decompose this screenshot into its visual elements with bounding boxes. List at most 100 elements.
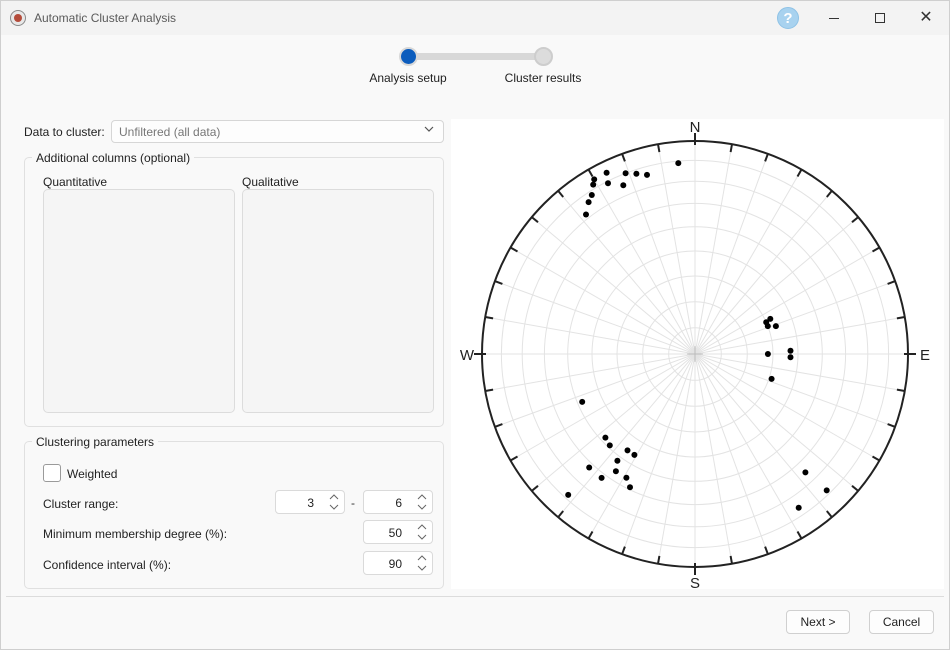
azimuth-tick bbox=[531, 485, 539, 492]
pole-point bbox=[614, 457, 621, 464]
azimuth-tick bbox=[557, 190, 564, 198]
azimuth-tick bbox=[896, 316, 905, 320]
pole-point bbox=[624, 447, 631, 454]
azimuth-tick bbox=[764, 153, 769, 162]
pole-point bbox=[627, 484, 633, 491]
stepper-track bbox=[408, 53, 544, 60]
west-label: W bbox=[460, 347, 475, 364]
azimuth-tick bbox=[887, 280, 896, 285]
spinner-arrows-icon[interactable] bbox=[327, 492, 341, 512]
weighted-checkbox[interactable] bbox=[43, 464, 61, 482]
pole-point bbox=[823, 487, 830, 494]
north-label: N bbox=[690, 119, 701, 136]
quantitative-list[interactable] bbox=[43, 189, 235, 413]
footer-separator bbox=[6, 596, 944, 597]
pole-point bbox=[795, 504, 802, 511]
pole-point bbox=[606, 442, 613, 449]
azimuth-tick bbox=[851, 485, 859, 492]
membership-value: 50 bbox=[388, 526, 402, 540]
next-button[interactable]: Next > bbox=[786, 610, 850, 634]
step-indicator-analysis-setup[interactable] bbox=[399, 47, 418, 66]
maximize-icon bbox=[875, 13, 885, 23]
chevron-down-icon bbox=[424, 126, 434, 132]
cluster-range-label: Cluster range: bbox=[43, 497, 119, 511]
membership-label: Minimum membership degree (%): bbox=[43, 527, 228, 541]
azimuth-tick bbox=[510, 455, 518, 462]
pole-point bbox=[622, 170, 629, 177]
window-title: Automatic Cluster Analysis bbox=[34, 11, 177, 25]
pole-point bbox=[591, 176, 598, 183]
azimuth-tick bbox=[531, 216, 539, 223]
pole-point bbox=[620, 182, 627, 189]
minimize-button[interactable] bbox=[811, 1, 857, 35]
azimuth-tick bbox=[621, 546, 626, 555]
azimuth-tick bbox=[796, 169, 803, 177]
pole-point bbox=[675, 160, 682, 167]
step-label-analysis-setup: Analysis setup bbox=[369, 71, 447, 85]
pole-point bbox=[585, 199, 592, 206]
pole-points bbox=[565, 160, 830, 511]
dialog-window: Automatic Cluster Analysis ? ✕ Analysis … bbox=[0, 0, 950, 650]
confidence-spinbox[interactable]: 90 bbox=[363, 551, 433, 575]
pole-point bbox=[764, 351, 771, 357]
close-button[interactable]: ✕ bbox=[903, 1, 949, 35]
azimuth-tick bbox=[621, 153, 626, 162]
azimuth-tick bbox=[510, 246, 518, 253]
pole-point bbox=[603, 169, 610, 176]
pole-point bbox=[787, 354, 794, 361]
pole-point bbox=[787, 347, 794, 354]
step-indicator-cluster-results[interactable] bbox=[534, 47, 553, 66]
cluster-range-min-spinbox[interactable]: 3 bbox=[275, 490, 345, 514]
pole-point bbox=[772, 323, 779, 330]
additional-columns-title: Additional columns (optional) bbox=[32, 151, 195, 165]
cluster-range-max-value: 6 bbox=[395, 496, 402, 510]
cluster-range-max-spinbox[interactable]: 6 bbox=[363, 490, 433, 514]
azimuth-tick bbox=[494, 280, 503, 285]
spinner-arrows-icon[interactable] bbox=[415, 522, 429, 542]
qualitative-list[interactable] bbox=[242, 189, 434, 413]
azimuth-tick bbox=[887, 423, 896, 428]
pole-point bbox=[768, 375, 775, 382]
azimuth-tick bbox=[872, 246, 880, 253]
confidence-label: Confidence interval (%): bbox=[43, 558, 172, 572]
data-to-cluster-value: Unfiltered (all data) bbox=[119, 125, 221, 139]
membership-spinbox[interactable]: 50 bbox=[363, 520, 433, 544]
azimuth-tick bbox=[494, 423, 503, 428]
south-label: S bbox=[690, 575, 700, 589]
spinner-arrows-icon[interactable] bbox=[415, 492, 429, 512]
spinner-arrows-icon[interactable] bbox=[415, 553, 429, 573]
cancel-button[interactable]: Cancel bbox=[869, 610, 934, 634]
pole-point bbox=[612, 468, 619, 475]
maximize-button[interactable] bbox=[857, 1, 903, 35]
azimuth-tick bbox=[872, 455, 880, 462]
pole-point bbox=[583, 211, 589, 218]
stereonet-panel: N S E W bbox=[451, 119, 944, 592]
azimuth-tick bbox=[826, 190, 833, 198]
azimuth-tick bbox=[796, 531, 803, 539]
pole-point bbox=[602, 434, 609, 441]
pole-point bbox=[588, 192, 595, 198]
quantitative-label: Quantitative bbox=[43, 175, 108, 189]
pole-point bbox=[586, 464, 593, 471]
azimuth-tick bbox=[729, 144, 733, 153]
azimuth-tick bbox=[485, 316, 494, 320]
weighted-label: Weighted bbox=[67, 467, 118, 481]
stereonet-plot: N S E W bbox=[460, 119, 930, 592]
pole-point bbox=[598, 474, 605, 481]
data-to-cluster-dropdown[interactable]: Unfiltered (all data) bbox=[111, 120, 444, 143]
azimuth-tick bbox=[851, 216, 859, 223]
range-separator: - bbox=[351, 496, 355, 510]
azimuth-tick bbox=[657, 555, 661, 564]
azimuth-tick bbox=[587, 169, 594, 177]
center-cross-icon bbox=[687, 346, 703, 362]
data-to-cluster-label: Data to cluster: bbox=[24, 125, 105, 139]
help-button[interactable]: ? bbox=[777, 7, 799, 29]
pole-point bbox=[764, 323, 771, 330]
confidence-value: 90 bbox=[388, 557, 402, 571]
pole-point bbox=[605, 180, 611, 187]
pole-point bbox=[590, 181, 597, 188]
east-label: E bbox=[920, 347, 930, 364]
azimuth-tick bbox=[485, 388, 494, 392]
pole-point bbox=[631, 451, 638, 458]
close-icon: ✕ bbox=[919, 9, 933, 26]
